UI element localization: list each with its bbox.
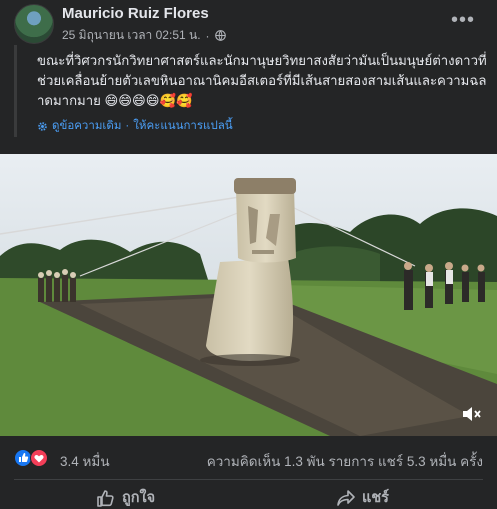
see-original-link[interactable]: ดูข้อความเดิม xyxy=(52,117,121,135)
divider xyxy=(14,479,483,480)
like-label: ถูกใจ xyxy=(122,490,156,506)
post-timestamp[interactable]: 25 มิถุนายน เวลา 02:51 น. xyxy=(62,26,201,45)
reactions-count[interactable]: 3.4 หมื่น xyxy=(60,450,110,472)
post-header: Mauricio Ruiz Flores 25 มิถุนายน เวลา 02… xyxy=(0,0,497,50)
share-icon xyxy=(337,489,355,506)
comments-shares-count[interactable]: ความคิดเห็น 1.3 พัน รายการ แชร์ 5.3 หมื่… xyxy=(207,450,483,472)
rate-translation-link[interactable]: ให้คะแนนการแปลนี้ xyxy=(133,117,232,135)
translation-links: ดูข้อความเดิม · ให้คะแนนการแปลนี้ xyxy=(37,117,233,135)
meta-separator: · xyxy=(205,28,210,43)
thumbs-up-icon xyxy=(97,489,114,507)
video-frame xyxy=(0,154,497,436)
gear-icon xyxy=(38,121,47,131)
link-separator: · xyxy=(125,120,130,132)
like-button[interactable]: ถูกใจ xyxy=(96,486,155,509)
post-text: ขณะที่วิศวกรนักวิทยาศาสตร์และนักมานุษยวิ… xyxy=(37,53,487,108)
share-button[interactable]: แชร์ xyxy=(336,486,389,509)
share-label: แชร์ xyxy=(362,490,389,506)
post-meta: 25 มิถุนายน เวลา 02:51 น. · xyxy=(62,26,226,45)
action-bar: ถูกใจ แชร์ xyxy=(0,482,497,508)
more-options-icon[interactable]: ••• xyxy=(451,9,475,32)
post-body: ขณะที่วิศวกรนักวิทยาศาสตร์และนักมานุษยวิ… xyxy=(14,45,487,137)
video-player[interactable] xyxy=(0,154,497,436)
globe-icon xyxy=(214,30,226,41)
author-name[interactable]: Mauricio Ruiz Flores xyxy=(62,5,209,22)
avatar[interactable] xyxy=(14,4,54,44)
reactions-icons[interactable] xyxy=(14,449,54,467)
engagement-stats: 3.4 หมื่น ความคิดเห็น 1.3 พัน รายการ แชร… xyxy=(0,437,497,479)
volume-muted-icon[interactable] xyxy=(461,404,483,424)
